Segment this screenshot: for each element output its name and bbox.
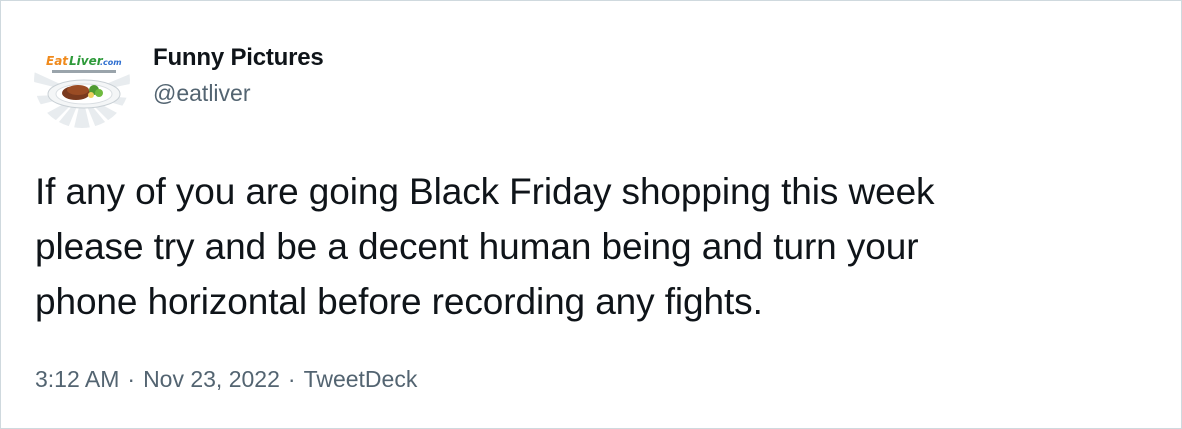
svg-text:Liver: Liver — [69, 54, 104, 68]
tweet-date[interactable]: Nov 23, 2022 — [143, 366, 280, 392]
svg-text:Eat: Eat — [46, 54, 69, 68]
author-display-name[interactable]: Funny Pictures — [153, 44, 324, 72]
tweet-text: If any of you are going Black Friday sho… — [35, 171, 935, 322]
tweet-source[interactable]: TweetDeck — [304, 366, 418, 392]
tweet-card: Eat Liver .com Funny Pictures @eatliver … — [0, 0, 1182, 429]
avatar[interactable]: Eat Liver .com — [34, 32, 130, 128]
author-identity: Funny Pictures @eatliver — [153, 44, 324, 107]
meta-separator: · — [127, 366, 136, 392]
tweet-header: Eat Liver .com Funny Pictures @eatliver — [34, 32, 324, 128]
eatliver-logo-icon: Eat Liver .com — [34, 32, 130, 128]
tweet-time[interactable]: 3:12 AM — [35, 366, 119, 392]
meta-separator: · — [287, 366, 296, 392]
author-handle[interactable]: @eatliver — [153, 79, 324, 107]
tweet-meta: 3:12 AM · Nov 23, 2022 · TweetDeck — [35, 365, 417, 393]
svg-text:.com: .com — [100, 58, 122, 67]
